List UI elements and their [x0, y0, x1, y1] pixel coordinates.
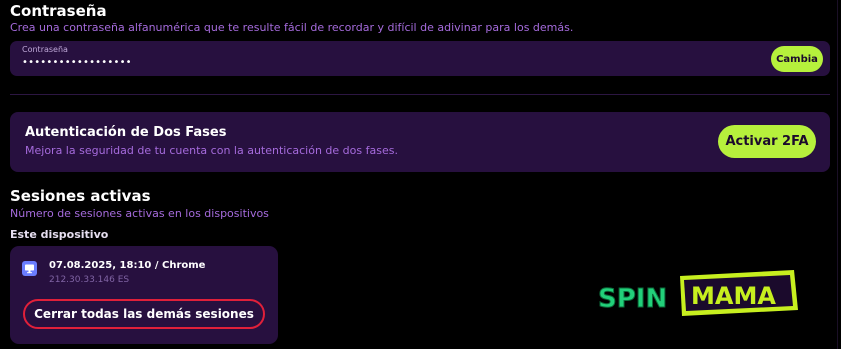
sessions-title: Sesiones activas — [10, 187, 151, 205]
section-divider — [10, 94, 830, 95]
two-factor-card: Autenticación de Dos Fases Mejora la seg… — [10, 112, 830, 172]
monitor-icon — [22, 261, 37, 276]
password-field-label: Contraseña — [22, 45, 68, 54]
svg-text:SPIN: SPIN — [598, 284, 667, 314]
session-ip: 212.30.33.146 ES — [49, 275, 130, 285]
svg-text:MAMA: MAMA — [691, 282, 776, 310]
change-password-button[interactable]: Cambia — [771, 46, 823, 72]
two-factor-title: Autenticación de Dos Fases — [25, 125, 227, 140]
password-title: Contraseña — [10, 2, 107, 20]
password-field[interactable]: •••••••••••••••••• — [22, 57, 132, 68]
this-device-label: Este dispositivo — [10, 228, 109, 241]
current-session-card: 07.08.2025, 18:10 / Chrome 212.30.33.146… — [10, 246, 278, 344]
right-edge-line — [837, 0, 838, 349]
activate-2fa-button[interactable]: Activar 2FA — [718, 125, 816, 158]
password-description: Crea una contraseña alfanumérica que te … — [10, 21, 574, 34]
session-datetime-browser: 07.08.2025, 18:10 / Chrome — [49, 260, 206, 271]
sessions-description: Número de sesiones activas en los dispos… — [10, 207, 269, 220]
spinmama-logo: SPIN MAMA — [596, 266, 801, 322]
two-factor-description: Mejora la seguridad de tu cuenta con la … — [25, 144, 398, 157]
close-other-sessions-button[interactable]: Cerrar todas las demás sesiones — [23, 299, 265, 329]
password-field-box: Contraseña •••••••••••••••••• Cambia — [10, 41, 830, 76]
